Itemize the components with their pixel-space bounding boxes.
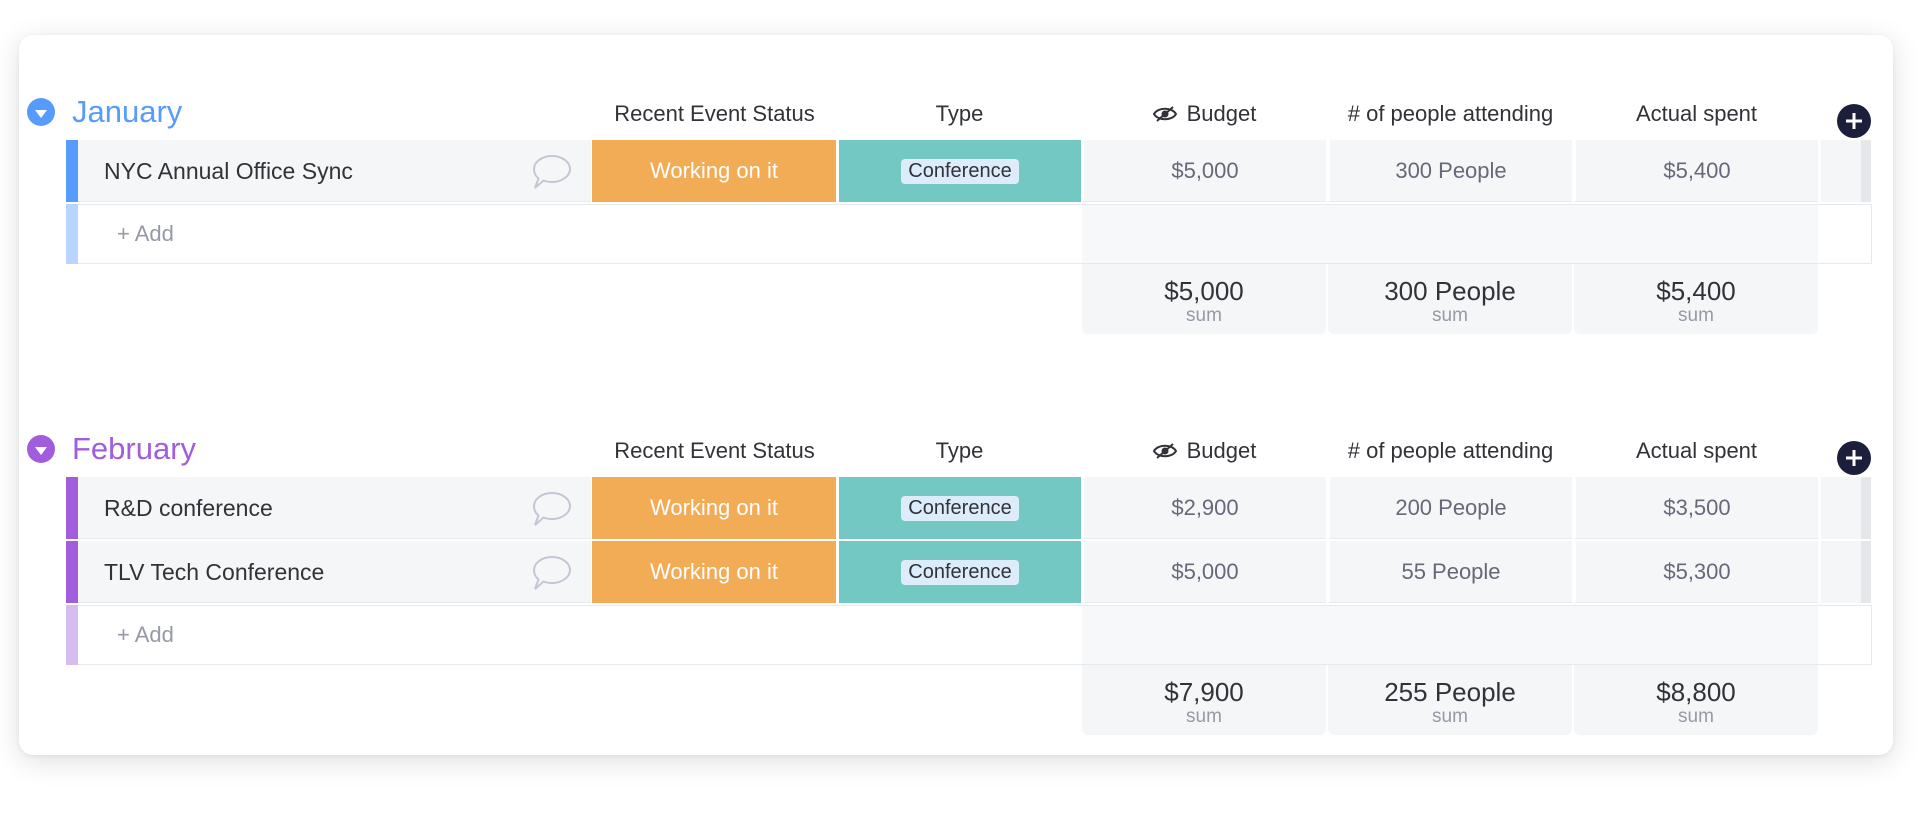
plus-icon bbox=[1846, 450, 1862, 466]
row-tail bbox=[1819, 140, 1871, 202]
status-cell[interactable]: Working on it bbox=[592, 140, 836, 202]
sum-label: sum bbox=[1186, 305, 1222, 326]
row-tail bbox=[1819, 541, 1871, 603]
column-header-people[interactable]: # of people attending bbox=[1329, 101, 1572, 127]
board-card: January Recent Event Status Type Budget … bbox=[19, 35, 1893, 755]
column-header-people[interactable]: # of people attending bbox=[1329, 438, 1572, 464]
people-sum-value: 255 People bbox=[1384, 677, 1516, 707]
sum-label: sum bbox=[1678, 706, 1714, 727]
column-header-spent[interactable]: Actual spent bbox=[1575, 101, 1818, 127]
budget-sum: $5,000 sum bbox=[1082, 264, 1326, 334]
add-column-button[interactable] bbox=[1837, 104, 1871, 138]
column-header-budget-label: Budget bbox=[1186, 438, 1257, 463]
spent-cell[interactable]: $3,500 bbox=[1574, 477, 1818, 539]
item-name[interactable]: NYC Annual Office Sync bbox=[104, 157, 353, 185]
spent-sum-value: $5,400 bbox=[1656, 276, 1736, 306]
item-name[interactable]: R&D conference bbox=[104, 494, 273, 522]
chevron-down-icon[interactable] bbox=[27, 435, 55, 463]
item-name-cell[interactable]: NYC Annual Office Sync bbox=[78, 140, 591, 202]
sum-label: sum bbox=[1186, 706, 1222, 727]
row-tail bbox=[1819, 477, 1871, 539]
group-color-bar bbox=[66, 541, 78, 603]
type-chip: Conference bbox=[901, 495, 1019, 521]
group-color-bar bbox=[66, 140, 78, 202]
people-cell[interactable]: 200 People bbox=[1328, 477, 1572, 539]
chevron-down-icon[interactable] bbox=[27, 98, 55, 126]
add-column-button[interactable] bbox=[1837, 441, 1871, 475]
summary-row: $7,900 sum 255 People sum $8,800 sum bbox=[19, 665, 1893, 735]
budget-cell[interactable]: $5,000 bbox=[1082, 140, 1326, 202]
people-sum-value: 300 People bbox=[1384, 276, 1516, 306]
item-name[interactable]: TLV Tech Conference bbox=[104, 558, 324, 586]
column-header-budget[interactable]: Budget bbox=[1083, 101, 1326, 129]
column-header-budget[interactable]: Budget bbox=[1083, 438, 1326, 466]
group-title[interactable]: January bbox=[72, 94, 182, 130]
table-row[interactable]: R&D conference Working on it Conference … bbox=[19, 477, 1893, 539]
group-february: February Recent Event Status Type Budget… bbox=[19, 417, 1893, 735]
group-title[interactable]: February bbox=[72, 431, 196, 467]
plus-icon bbox=[1846, 113, 1862, 129]
budget-sum-value: $7,900 bbox=[1164, 677, 1244, 707]
group-color-bar bbox=[66, 204, 78, 264]
budget-cell[interactable]: $5,000 bbox=[1082, 541, 1326, 603]
column-header-type[interactable]: Type bbox=[838, 101, 1081, 127]
comment-icon[interactable] bbox=[530, 489, 574, 529]
comment-icon[interactable] bbox=[530, 553, 574, 593]
type-chip: Conference bbox=[901, 559, 1019, 585]
table-row[interactable]: NYC Annual Office Sync Working on it Con… bbox=[19, 140, 1893, 202]
budget-sum-value: $5,000 bbox=[1164, 276, 1244, 306]
column-header-spent[interactable]: Actual spent bbox=[1575, 438, 1818, 464]
group-color-bar bbox=[66, 605, 78, 665]
spent-cell[interactable]: $5,400 bbox=[1574, 140, 1818, 202]
group-header: February Recent Event Status Type Budget… bbox=[19, 417, 1893, 477]
column-header-type[interactable]: Type bbox=[838, 438, 1081, 464]
status-cell[interactable]: Working on it bbox=[592, 477, 836, 539]
people-cell[interactable]: 300 People bbox=[1328, 140, 1572, 202]
add-item-button[interactable]: + Add bbox=[117, 221, 174, 247]
budget-sum: $7,900 sum bbox=[1082, 665, 1326, 735]
people-sum: 300 People sum bbox=[1328, 264, 1572, 334]
group-header: January Recent Event Status Type Budget … bbox=[19, 80, 1893, 140]
spent-cell[interactable]: $5,300 bbox=[1574, 541, 1818, 603]
spent-sum: $5,400 sum bbox=[1574, 264, 1818, 334]
comment-icon[interactable] bbox=[530, 152, 574, 192]
type-chip: Conference bbox=[901, 158, 1019, 184]
spent-sum-value: $8,800 bbox=[1656, 677, 1736, 707]
group-color-bar bbox=[66, 477, 78, 539]
people-cell[interactable]: 55 People bbox=[1328, 541, 1572, 603]
budget-cell[interactable]: $2,900 bbox=[1082, 477, 1326, 539]
eye-icon bbox=[1152, 106, 1177, 122]
people-sum: 255 People sum bbox=[1328, 665, 1572, 735]
item-name-cell[interactable]: TLV Tech Conference bbox=[78, 541, 591, 603]
add-item-button[interactable]: + Add bbox=[117, 622, 174, 648]
table-row[interactable]: TLV Tech Conference Working on it Confer… bbox=[19, 541, 1893, 603]
column-header-budget-label: Budget bbox=[1186, 101, 1257, 126]
type-cell[interactable]: Conference bbox=[837, 541, 1081, 603]
sum-label: sum bbox=[1678, 305, 1714, 326]
spent-sum: $8,800 sum bbox=[1574, 665, 1818, 735]
group-january: January Recent Event Status Type Budget … bbox=[19, 80, 1893, 334]
add-item-row: + Add bbox=[19, 605, 1893, 665]
sum-label: sum bbox=[1432, 706, 1468, 727]
type-cell[interactable]: Conference bbox=[837, 477, 1081, 539]
add-item-row: + Add bbox=[19, 204, 1893, 264]
item-name-cell[interactable]: R&D conference bbox=[78, 477, 591, 539]
sum-label: sum bbox=[1432, 305, 1468, 326]
column-header-status[interactable]: Recent Event Status bbox=[593, 101, 836, 127]
status-cell[interactable]: Working on it bbox=[592, 541, 836, 603]
summary-row: $5,000 sum 300 People sum $5,400 sum bbox=[19, 264, 1893, 334]
eye-icon bbox=[1152, 443, 1177, 459]
type-cell[interactable]: Conference bbox=[837, 140, 1081, 202]
column-header-status[interactable]: Recent Event Status bbox=[593, 438, 836, 464]
